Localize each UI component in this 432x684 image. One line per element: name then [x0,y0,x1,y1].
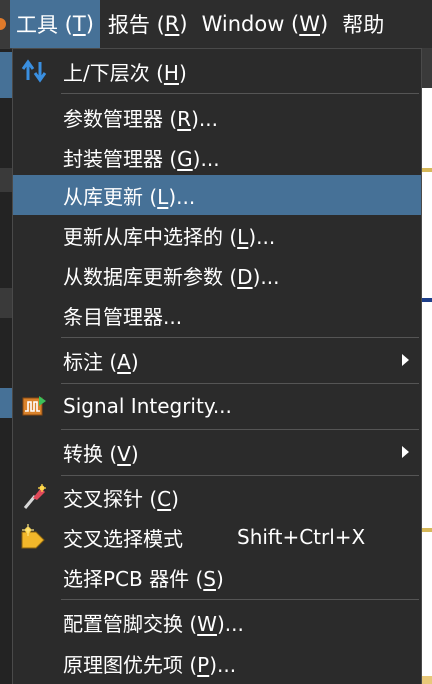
menubar-left-edge [0,0,10,48]
menu-item-label: 从数据库更新参数 (D)... [63,264,280,289]
menu-item-label: 封装管理器 (G)... [63,146,220,171]
menu-separator [61,429,419,430]
menu-item-parameter-manager[interactable]: 参数管理器 (R)... [13,97,421,137]
menu-tools-label: 工具 ( [16,13,73,37]
menu-item-item-manager[interactable]: 条目管理器... [13,295,421,335]
menu-item-signal-integrity[interactable]: Signal Integrity... [13,385,421,427]
menu-separator [61,475,419,476]
menu-separator [61,599,419,600]
menu-item-label: 更新从库中选择的 (L)... [63,224,276,249]
menu-help[interactable]: 帮助 [336,0,390,48]
menu-item-update-parameters-from-database[interactable]: 从数据库更新参数 (D)... [13,255,421,295]
cross-select-icon [19,522,49,552]
menu-item-annotation[interactable]: 标注 (A) [13,339,421,381]
menu-item-select-pcb-components[interactable]: 选择PCB 器件 (S) [13,557,421,597]
menu-item-label: 原理图优先项 (P)... [63,652,237,677]
menu-item-footprint-manager[interactable]: 封装管理器 (G)... [13,137,421,177]
signal-integrity-icon [19,391,49,421]
menu-item-label: Signal Integrity... [63,394,232,418]
menu-bar: 工具 (T) 报告 (R) Window (W) 帮助 [0,0,432,49]
menu-item-label: 条目管理器... [63,304,183,329]
menu-item-update-selected-from-libraries[interactable]: 更新从库中选择的 (L)... [13,215,421,255]
menu-item-label: 上/下层次 (H) [63,60,187,85]
submenu-arrow-icon [402,446,409,458]
menu-item-hierarchy-up-down[interactable]: 上/下层次 (H) [13,49,421,93]
menu-window-label: Window ( [201,12,300,36]
tools-dropdown-menu: 上/下层次 (H) 参数管理器 (R)... 封装管理器 (G)... 从库更新… [12,48,422,684]
menu-item-schematic-preferences[interactable]: 原理图优先项 (P)... [13,643,421,683]
menu-item-label: 转换 (V) [63,441,139,466]
menu-window-accelerator: W [299,12,321,36]
menu-tools[interactable]: 工具 (T) [10,0,100,48]
menu-window[interactable]: Window (W) [196,0,335,48]
menu-item-label: 参数管理器 (R)... [63,106,218,131]
menu-item-update-from-libraries[interactable]: 从库更新 (L)... [13,175,421,215]
submenu-arrow-icon [402,354,409,366]
menu-tools-label-tail: ) [85,12,94,36]
menu-item-label: 从库更新 (L)... [63,184,196,209]
menu-reports-label-tail: ) [179,12,188,36]
menu-reports-accelerator: R [164,12,180,36]
menu-item-label: 选择PCB 器件 (S) [63,566,224,591]
menu-window-label-tail: ) [320,12,329,36]
menu-item-shortcut: Shift+Ctrl+X [237,525,366,549]
menu-item-label: 配置管脚交换 (W)... [63,611,244,636]
menu-reports[interactable]: 报告 (R) [102,0,194,48]
menu-item-label: 标注 (A) [63,349,139,374]
menu-item-label: 交叉探针 (C) [63,486,179,511]
cross-probe-icon [19,482,49,512]
background-panel-left [0,48,12,684]
menu-separator [61,383,419,384]
menu-item-configure-pin-swapping[interactable]: 配置管脚交换 (W)... [13,601,421,643]
menu-reports-label: 报告 ( [107,13,165,37]
menu-item-cross-probe[interactable]: 交叉探针 (C) [13,477,421,517]
menu-separator [61,337,419,338]
menu-item-cross-select-mode[interactable]: 交叉选择模式 Shift+Ctrl+X [13,517,421,557]
menu-item-convert[interactable]: 转换 (V) [13,431,421,473]
menu-help-label: 帮助 [342,13,385,37]
menu-item-label: 交叉选择模式 [63,526,183,551]
menu-separator [61,93,419,94]
menu-tools-accelerator: T [72,12,86,36]
up-down-arrows-icon [19,56,49,86]
